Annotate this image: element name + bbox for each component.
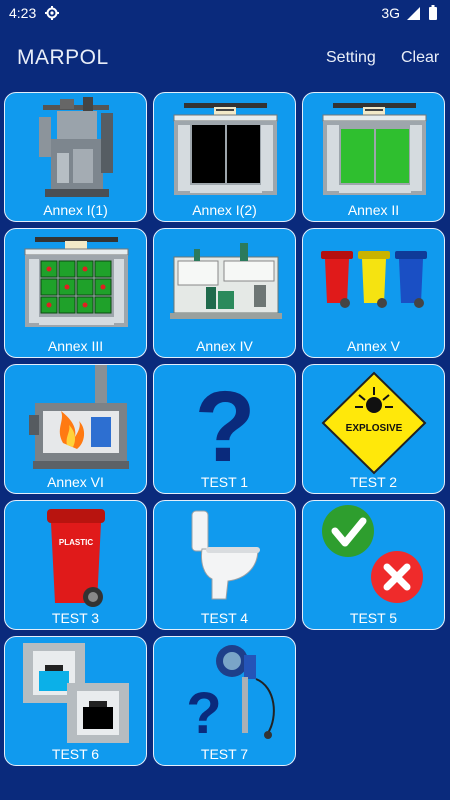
plastic-text: PLASTIC <box>59 538 93 547</box>
tile-label: Annex III <box>47 338 104 354</box>
app-title: MARPOL <box>17 46 109 69</box>
tile-annex-i-1[interactable]: Annex I(1) <box>4 92 147 222</box>
tile-annex-iv[interactable]: Annex IV <box>153 228 296 358</box>
network-type: 3G <box>381 5 400 21</box>
tile-test-1[interactable]: ? TEST 1 <box>153 364 296 494</box>
tile-label: TEST 1 <box>200 474 249 490</box>
tile-annex-ii[interactable]: Annex II <box>302 92 445 222</box>
tile-test-6[interactable]: TEST 6 <box>4 636 147 766</box>
tile-label: TEST 5 <box>349 610 398 626</box>
status-time: 4:23 <box>9 5 37 21</box>
tile-annex-vi[interactable]: Annex VI <box>4 364 147 494</box>
svg-text:?: ? <box>194 371 255 483</box>
tile-label: Annex V <box>347 338 400 354</box>
clear-button[interactable]: Clear <box>401 49 439 67</box>
tile-label: Annex IV <box>196 338 253 354</box>
tile-annex-i-2[interactable]: Annex I(2) <box>153 92 296 222</box>
svg-text:?: ? <box>186 681 221 746</box>
tile-label: TEST 7 <box>200 746 249 762</box>
tile-label: Annex VI <box>47 474 104 490</box>
tile-test-2[interactable]: EXPLOSIVE TEST 2 <box>302 364 445 494</box>
tile-label: TEST 4 <box>200 610 249 626</box>
explosive-text: EXPLOSIVE <box>346 423 403 434</box>
tile-label: TEST 2 <box>349 474 398 490</box>
tile-annex-v[interactable]: Annex V <box>302 228 445 358</box>
tile-test-3[interactable]: PLASTIC TEST 3 <box>4 500 147 630</box>
tile-label: Annex I(1) <box>43 202 108 218</box>
tile-test-5[interactable]: TEST 5 <box>302 500 445 630</box>
tile-label: TEST 6 <box>51 746 100 762</box>
battery-icon <box>429 5 437 20</box>
tile-annex-iii[interactable]: Annex III <box>4 228 147 358</box>
status-bar: 4:23 3G <box>0 0 450 26</box>
tile-test-4[interactable]: TEST 4 <box>153 500 296 630</box>
setting-button[interactable]: Setting <box>326 49 376 67</box>
gear-icon <box>45 6 59 20</box>
tile-label: TEST 3 <box>51 610 100 626</box>
app-bar: MARPOL Setting Clear <box>0 26 450 88</box>
tile-label: Annex I(2) <box>192 202 257 218</box>
signal-icon <box>407 7 420 20</box>
tile-label: Annex II <box>347 202 400 218</box>
tile-test-7[interactable]: ? TEST 7 <box>153 636 296 766</box>
